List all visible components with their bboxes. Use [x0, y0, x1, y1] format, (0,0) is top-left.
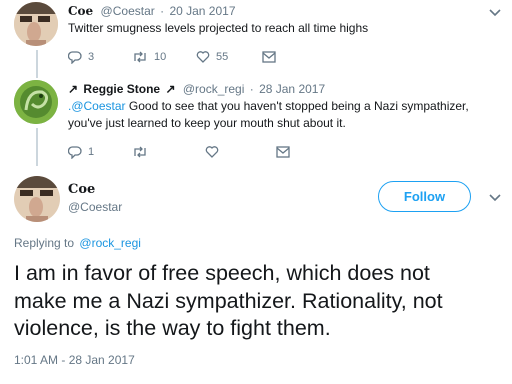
- avatar-coe-main[interactable]: [14, 176, 60, 222]
- tweet-header: Coe @Coestar · 20 Jan 2017: [68, 4, 236, 18]
- display-name[interactable]: Coe: [68, 4, 93, 18]
- handle[interactable]: @Coestar: [101, 4, 155, 18]
- separator: ·: [160, 4, 165, 18]
- tweet-date[interactable]: 20 Jan 2017: [169, 4, 235, 18]
- display-name-suffix: ↗: [165, 82, 176, 96]
- main-timestamp[interactable]: 1:01 AM - 28 Jan 2017: [14, 353, 135, 367]
- replying-to-handle[interactable]: @rock_regi: [79, 236, 141, 250]
- avatar-coe[interactable]: [14, 2, 58, 46]
- dm-button[interactable]: [262, 49, 276, 65]
- heart-icon: [196, 51, 210, 63]
- main-tweet-text-line1: I am in favor of free speech, which does…: [14, 261, 430, 285]
- replying-to-label: Replying to: [14, 236, 75, 250]
- envelope-icon: [262, 51, 276, 63]
- reply-count: 1: [88, 146, 95, 158]
- reply-icon: [68, 146, 82, 159]
- like-button[interactable]: 55: [196, 49, 228, 65]
- avatar-reggie[interactable]: [14, 80, 58, 124]
- retweet-count: 10: [154, 51, 167, 63]
- reply-button[interactable]: 1: [68, 144, 94, 160]
- tweet-coe-1[interactable]: Coe @Coestar · 20 Jan 2017 Twitter smugn…: [0, 0, 512, 74]
- tweet-header: ↗ Reggie Stone ↗ @rock_regi · 28 Jan 201…: [68, 82, 325, 96]
- replying-to: Replying to @rock_regi: [14, 236, 141, 250]
- mention-link[interactable]: .@Coestar: [68, 99, 126, 113]
- retweet-button[interactable]: 10: [132, 49, 166, 65]
- display-name-prefix: ↗: [68, 82, 79, 96]
- tweet-actions: 1: [68, 144, 308, 160]
- handle[interactable]: @rock_regi: [183, 82, 245, 96]
- heart-icon: [205, 146, 219, 158]
- tweet-text: Twitter smugness levels projected to rea…: [68, 21, 369, 35]
- envelope-icon: [276, 146, 290, 158]
- main-display-name[interactable]: Coe: [68, 182, 95, 197]
- main-tweet-text: I am in favor of free speech, which does…: [14, 260, 504, 343]
- retweet-icon: [134, 146, 146, 158]
- display-name[interactable]: Reggie Stone: [83, 82, 160, 96]
- dm-button[interactable]: [276, 144, 290, 160]
- main-tweet-text-line3: violence, is the way to fight them.: [14, 316, 331, 340]
- tweet-date[interactable]: 28 Jan 2017: [259, 82, 325, 96]
- thread-line: [36, 128, 38, 166]
- like-count: 55: [216, 51, 229, 63]
- chevron-down-icon[interactable]: [488, 8, 502, 18]
- separator: ·: [249, 82, 254, 96]
- thread-line: [36, 74, 38, 78]
- tweet-text-line1: .@Coestar Good to see that you haven't s…: [68, 99, 469, 113]
- tweet-text-line2: you've just learned to keep your mouth s…: [68, 116, 346, 130]
- main-handle[interactable]: @Coestar: [68, 200, 122, 214]
- reply-count: 3: [88, 51, 95, 63]
- tweet-reggie[interactable]: ↗ Reggie Stone ↗ @rock_regi · 28 Jan 201…: [0, 74, 512, 166]
- retweet-icon: [134, 51, 146, 63]
- reply-button[interactable]: 3: [68, 49, 94, 65]
- like-button[interactable]: [205, 144, 219, 160]
- thread-line: [36, 50, 38, 74]
- chevron-down-icon[interactable]: [488, 193, 502, 203]
- follow-button[interactable]: Follow: [378, 181, 471, 212]
- tweet-actions: 3 10 55: [68, 49, 308, 65]
- main-tweet-text-line2: make me a Nazi sympathizer. Rationality,…: [14, 288, 443, 313]
- retweet-button[interactable]: [132, 144, 148, 160]
- tweet-text: Good to see that you haven't stopped bei…: [125, 99, 469, 113]
- reply-icon: [68, 51, 82, 64]
